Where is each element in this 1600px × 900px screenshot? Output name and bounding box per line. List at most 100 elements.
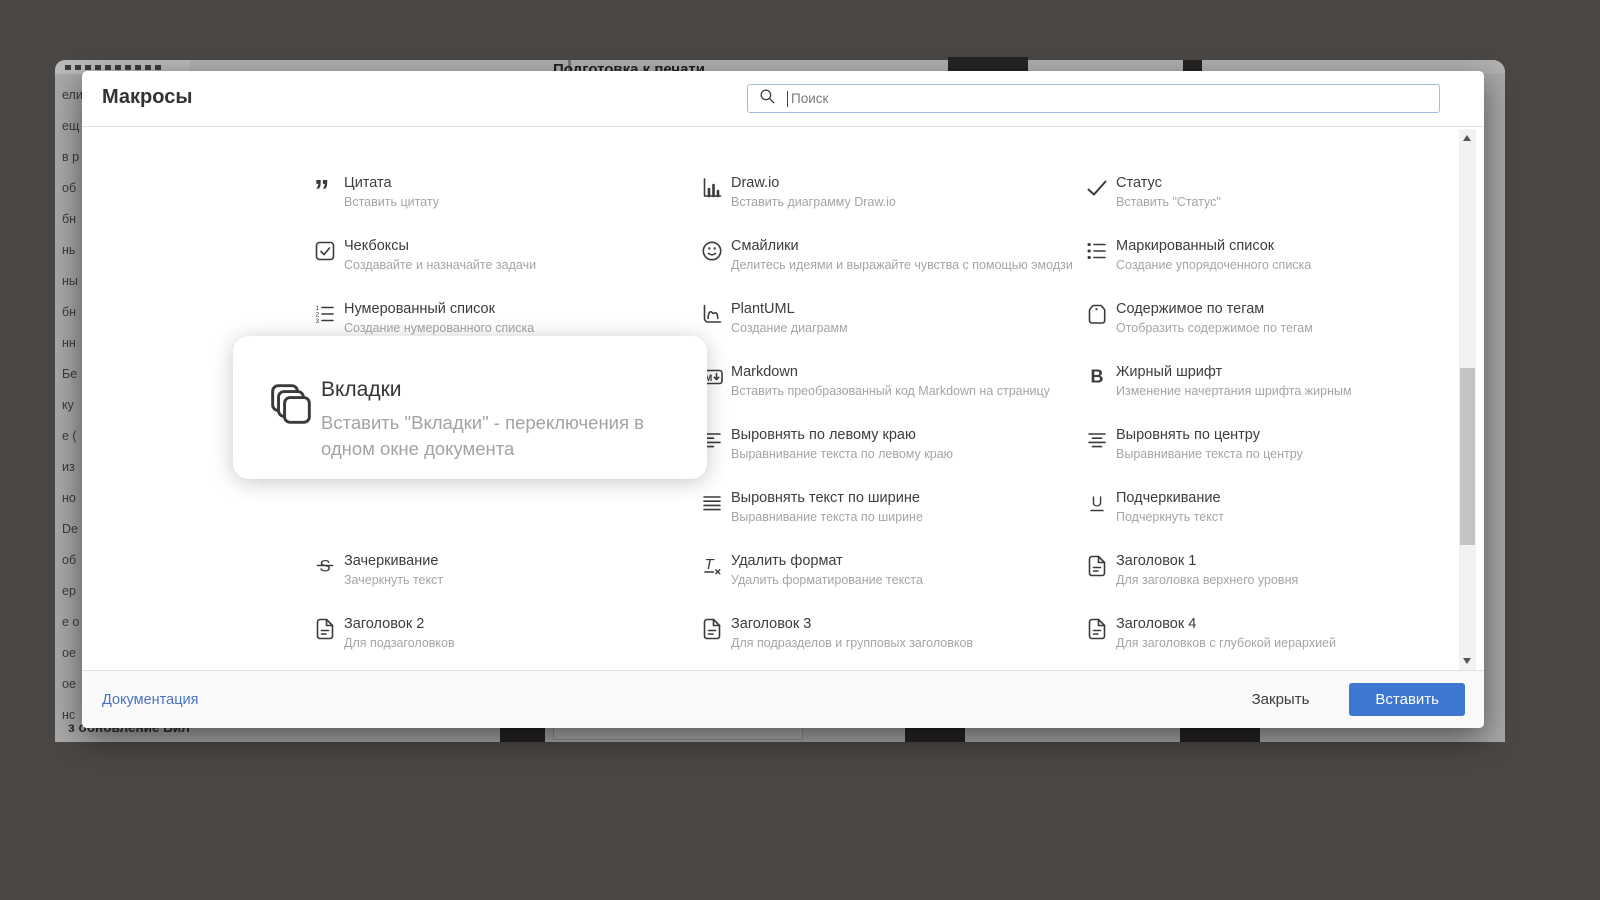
macro-item-description: Создавайте и назначайте задачи [344,258,537,272]
macro-item-title: Маркированный список [1116,238,1275,254]
macro-item[interactable]: Содержимое по тегам Отобразить содержимое… [1085,301,1313,335]
background-text-fragment: ещ [62,119,80,133]
macro-item[interactable]: Заголовок 4 Для заголовков с глубокой иер… [1085,616,1336,650]
background-text-fragment: нь [62,243,76,257]
background-text-fragment: бн [62,305,77,319]
background-text-fragment: ое [62,646,76,660]
documentation-link[interactable]: Документация [102,692,198,708]
close-button[interactable]: Закрыть [1246,690,1316,709]
macro-item-description: Зачеркнуть текст [344,573,444,587]
numbered-list-icon: 123 [313,302,337,331]
heading-doc-icon [1085,554,1109,583]
background-text-fragment: нн [62,336,76,350]
svg-text:B: B [1091,367,1104,387]
background-text-fragment: ели [62,88,83,102]
macro-item[interactable]: Смайлики Делитесь идеями и выражайте чувс… [700,238,1073,272]
macro-item[interactable]: Заголовок 2 Для подзаголовков [313,616,455,650]
background-text-fragment: е о [62,615,80,629]
background-text-fragment: но [62,491,76,505]
macro-item[interactable]: Статус Вставить "Статус" [1085,175,1221,209]
macro-item[interactable]: Draw.io Вставить диаграмму Draw.io [700,175,896,209]
scroll-up-arrow-icon[interactable] [1463,135,1471,141]
tag-icon [1085,302,1109,331]
macro-item[interactable]: Выровнять текст по ширине Выравнивание те… [700,490,923,524]
heading-doc-icon [700,617,724,646]
macro-item[interactable]: T Удалить формат Удалить форматирование те… [700,553,923,587]
macro-item[interactable]: Выровнять по центру Выравнивание текста п… [1085,427,1303,461]
scrollbar-thumb[interactable] [1460,368,1475,545]
macro-item-title: Нумерованный список [344,301,495,317]
macro-item[interactable]: S Зачеркивание Зачеркнуть текст [313,553,443,587]
macro-item-title: Чекбоксы [344,238,409,254]
macro-item-title: Статус [1116,175,1162,191]
macro-item-title: Заголовок 1 [1116,553,1197,569]
macro-item-title: Содержимое по тегам [1116,301,1265,317]
drawio-icon [700,176,724,205]
quote-icon: ” [313,173,337,208]
svg-text:T: T [705,556,716,573]
macro-item[interactable]: Заголовок 1 Для заголовка верхнего уровня [1085,553,1298,587]
underline-icon: U [1085,491,1109,520]
plantuml-icon [700,302,724,331]
macro-item-title: Markdown [731,364,798,380]
justify-icon [700,491,724,520]
background-text-fragment: De [62,522,78,536]
macro-item[interactable]: Выровнять по левому краю Выравнивание тек… [700,427,953,461]
macro-item[interactable]: U Подчеркивание Подчеркнуть текст [1085,490,1224,524]
background-text-fragment: ер [62,584,76,598]
macro-item-description: Создание диаграмм [731,321,848,335]
macro-item-description: Вставить диаграмму Draw.io [731,195,896,209]
heading-doc-icon [313,617,337,646]
tooltip-description: Вставить "Вкладки" - переключения в одно… [321,412,644,460]
macro-item-title: PlantUML [731,301,795,317]
macro-item-title: Смайлики [731,238,799,254]
status-check-icon [1085,176,1109,205]
background-text-fragment: об [62,553,77,567]
scroll-down-arrow-icon[interactable] [1463,658,1471,664]
background-text-fragment: в р [62,150,80,164]
macro-item-description: Удалить форматирование текста [731,573,923,587]
heading-doc-icon [1085,617,1109,646]
tabs-icon [269,382,313,431]
macro-item-title: Заголовок 4 [1116,616,1197,632]
tooltip-title: Вкладки [321,378,402,401]
background-text-fragment: об [62,181,77,195]
macro-item-description: Изменение начертания шрифта жирным [1116,384,1352,398]
macro-item-description: Вставить цитату [344,195,439,209]
strikethrough-icon: S [313,554,337,583]
background-text-fragment: ое [62,677,76,691]
macro-item-title: Зачеркивание [344,553,439,569]
macro-item-title: Жирный шрифт [1116,364,1223,380]
macro-item-description: Создание упорядоченного списка [1116,258,1312,272]
search-icon [758,87,777,106]
svg-text:U: U [1092,494,1103,511]
background-text-fragment: бн [62,212,77,226]
macro-item[interactable]: Заголовок 3 Для подразделов и групповых з… [700,616,973,650]
macro-item[interactable]: PlantUML Создание диаграмм [700,301,848,335]
align-center-icon [1085,428,1109,457]
macro-item-description: Для подразделов и групповых заголовков [731,636,974,650]
search-input[interactable]: Поиск [747,84,1440,113]
macro-item[interactable]: 1 2 3 Нумерованный список Создание нумерован… [313,301,535,335]
macro-item-description: Отобразить содержимое по тегам [1116,321,1313,335]
background-text-fragment: ку [62,398,74,412]
scrollbar[interactable] [1459,129,1476,670]
macro-item-description: Вставить преобразованный код Markdown на… [731,384,1050,398]
macro-item[interactable]: M Markdown Вставить преобразованный код Ma… [700,364,1050,398]
macro-item-description: Для подзаголовков [344,636,455,650]
bold-icon: B [1085,365,1109,394]
macro-item-description: Для заголовка верхнего уровня [1116,573,1299,587]
macro-item[interactable]: Чекбоксы Создавайте и назначайте задачи [313,238,536,272]
insert-button[interactable]: Вставить [1349,683,1465,716]
macro-item[interactable]: Маркированный список Создание упорядоченн… [1085,238,1311,272]
macro-item-description: Подчеркнуть текст [1116,510,1224,524]
svg-text:3: 3 [316,318,320,325]
macro-item[interactable]: ” Цитата Вставить цитату [313,173,439,209]
macro-item-title: Заголовок 3 [731,616,812,632]
macro-item[interactable]: B Жирный шрифт Изменение начертания шрифта… [1085,364,1352,398]
smiley-icon [700,239,724,268]
text-caret [787,90,788,107]
macro-item-title: Подчеркивание [1116,490,1221,506]
macro-item-description: Для заголовков с глубокой иерархией [1116,636,1336,650]
search-placeholder: Поиск [791,91,829,106]
